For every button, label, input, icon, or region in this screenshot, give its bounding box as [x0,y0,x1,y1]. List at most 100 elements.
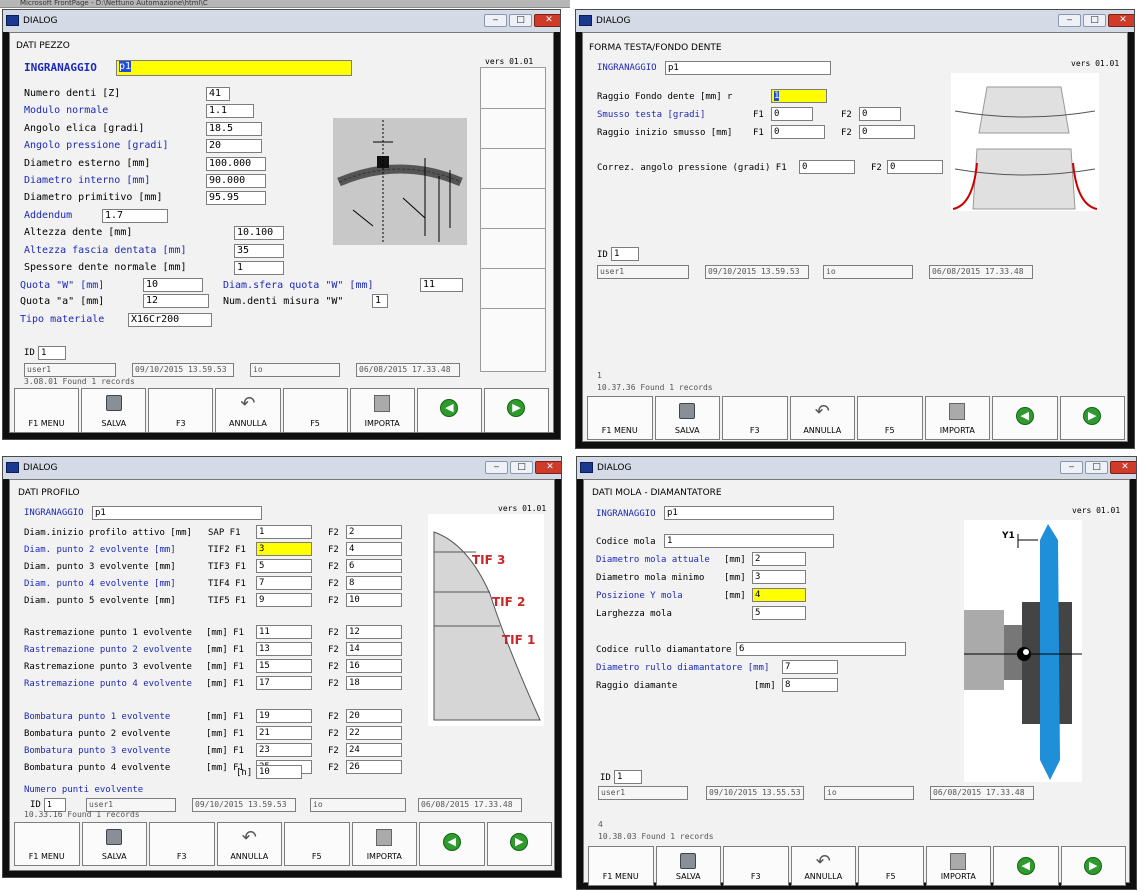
f5-button[interactable]: F5 [282,388,348,433]
f1-field[interactable]: 3 [256,542,312,556]
f2-field[interactable]: 10 [346,593,402,607]
field-input[interactable]: 35 [234,243,284,258]
side-cell[interactable] [481,228,545,229]
f5-button[interactable]: F5 [284,822,350,866]
f2-field[interactable]: 8 [346,576,402,590]
close-button[interactable]: ✕ [1110,461,1136,474]
minimize-button[interactable]: ‒ [485,461,508,474]
f2-field[interactable]: 12 [346,625,402,639]
save-button[interactable]: SALVA [81,822,147,866]
previous-button[interactable]: ◀ [992,396,1058,440]
quota-w-field[interactable]: 10 [143,278,203,292]
ingranaggio-field[interactable]: p1 [92,506,262,520]
side-cell[interactable] [481,268,545,269]
mola-field[interactable]: 4 [752,588,806,602]
f3-button[interactable]: F3 [723,846,789,886]
next-button[interactable]: ▶ [483,388,549,433]
save-button[interactable]: SALVA [654,396,720,440]
maximize-button[interactable]: □ [1085,461,1108,474]
raggio-fondo-field[interactable]: 1 [771,89,827,103]
minimize-button[interactable]: ‒ [1058,14,1081,27]
f1-field[interactable]: 5 [256,559,312,573]
side-cell[interactable] [481,148,545,149]
import-button[interactable]: IMPORTA [351,822,417,866]
next-button[interactable]: ▶ [1060,846,1126,886]
mola-field[interactable]: 3 [752,570,806,584]
side-cell[interactable] [481,108,545,109]
correz-f2-field[interactable]: 0 [887,160,943,174]
f3-button[interactable]: F3 [148,388,214,433]
rullo-field[interactable]: 6 [736,642,906,656]
mola-field[interactable]: 1 [664,534,834,548]
save-button[interactable]: SALVA [81,388,147,433]
id-field[interactable]: 1 [611,247,639,261]
f1-field[interactable]: 11 [256,625,312,639]
f1-menu-button[interactable]: F1 MENU [588,846,654,886]
close-button[interactable]: ✕ [535,461,561,474]
previous-button[interactable]: ◀ [993,846,1059,886]
f1-field[interactable]: 23 [256,743,312,757]
quota-a-field[interactable]: 12 [143,294,209,308]
next-button[interactable]: ▶ [486,822,552,866]
f3-button[interactable]: F3 [722,396,788,440]
undo-button[interactable]: ↶ ANNULLA [216,822,282,866]
field-input[interactable]: 18.5 [206,121,262,136]
f1-field[interactable]: 1 [256,525,312,539]
undo-button[interactable]: ↶ ANNULLA [215,388,281,433]
f1-field[interactable]: 7 [256,576,312,590]
raggio-smusso-f2-field[interactable]: 0 [859,125,915,139]
undo-button[interactable]: ↶ ANNULLA [789,396,855,440]
minimize-button[interactable]: ‒ [484,14,507,27]
mola-field[interactable]: 2 [752,552,806,566]
import-button[interactable]: IMPORTA [925,846,991,886]
numero-punti-field[interactable]: 10 [256,765,302,779]
f5-button[interactable]: F5 [858,846,924,886]
raggio-diamante-field[interactable]: 8 [782,678,838,692]
diam-rullo-field[interactable]: 7 [782,660,838,674]
field-input[interactable]: 20 [206,139,262,154]
minimize-button[interactable]: ‒ [1060,461,1083,474]
field-input[interactable]: 1.7 [102,208,168,223]
next-button[interactable]: ▶ [1059,396,1125,440]
undo-button[interactable]: ↶ ANNULLA [790,846,856,886]
previous-button[interactable]: ◀ [416,388,482,433]
num-denti-field[interactable]: 1 [372,294,388,308]
tipo-materiale-field[interactable]: X16Cr200 [128,313,212,327]
ingranaggio-field[interactable]: p1 [664,506,834,520]
maximize-button[interactable]: □ [510,461,533,474]
mola-field[interactable]: 5 [752,606,806,620]
f2-field[interactable]: 26 [346,760,402,774]
f1-field[interactable]: 15 [256,659,312,673]
import-button[interactable]: IMPORTA [349,388,415,433]
field-input[interactable]: 41 [206,87,230,101]
raggio-smusso-f1-field[interactable]: 0 [771,125,825,139]
f1-field[interactable]: 9 [256,593,312,607]
f2-field[interactable]: 22 [346,726,402,740]
previous-button[interactable]: ◀ [419,822,485,866]
f2-field[interactable]: 20 [346,709,402,723]
f1-field[interactable]: 13 [256,642,312,656]
f1-menu-button[interactable]: F1 MENU [587,396,653,440]
f2-field[interactable]: 4 [346,542,402,556]
id-field[interactable]: 1 [614,770,642,784]
f3-button[interactable]: F3 [149,822,215,866]
field-input[interactable]: 1 [234,261,284,275]
f2-field[interactable]: 24 [346,743,402,757]
field-input[interactable]: 95.95 [206,191,266,206]
ingranaggio-field[interactable]: p1 [665,61,831,75]
f1-field[interactable]: 19 [256,709,312,723]
side-cell[interactable] [481,308,545,309]
import-button[interactable]: IMPORTA [924,396,990,440]
f1-field[interactable]: 17 [256,676,312,690]
field-input[interactable]: 1.1 [206,104,254,119]
ingranaggio-field[interactable]: p1 [116,60,352,76]
f1-field[interactable]: 21 [256,726,312,740]
diam-sfera-field[interactable]: 11 [420,278,463,292]
save-button[interactable]: SALVA [655,846,721,886]
f2-field[interactable]: 16 [346,659,402,673]
f2-field[interactable]: 2 [346,525,402,539]
field-input[interactable]: 100.000 [206,156,266,171]
maximize-button[interactable]: □ [1083,14,1106,27]
close-button[interactable]: ✕ [534,14,560,27]
correz-f1-field[interactable]: 0 [799,160,855,174]
